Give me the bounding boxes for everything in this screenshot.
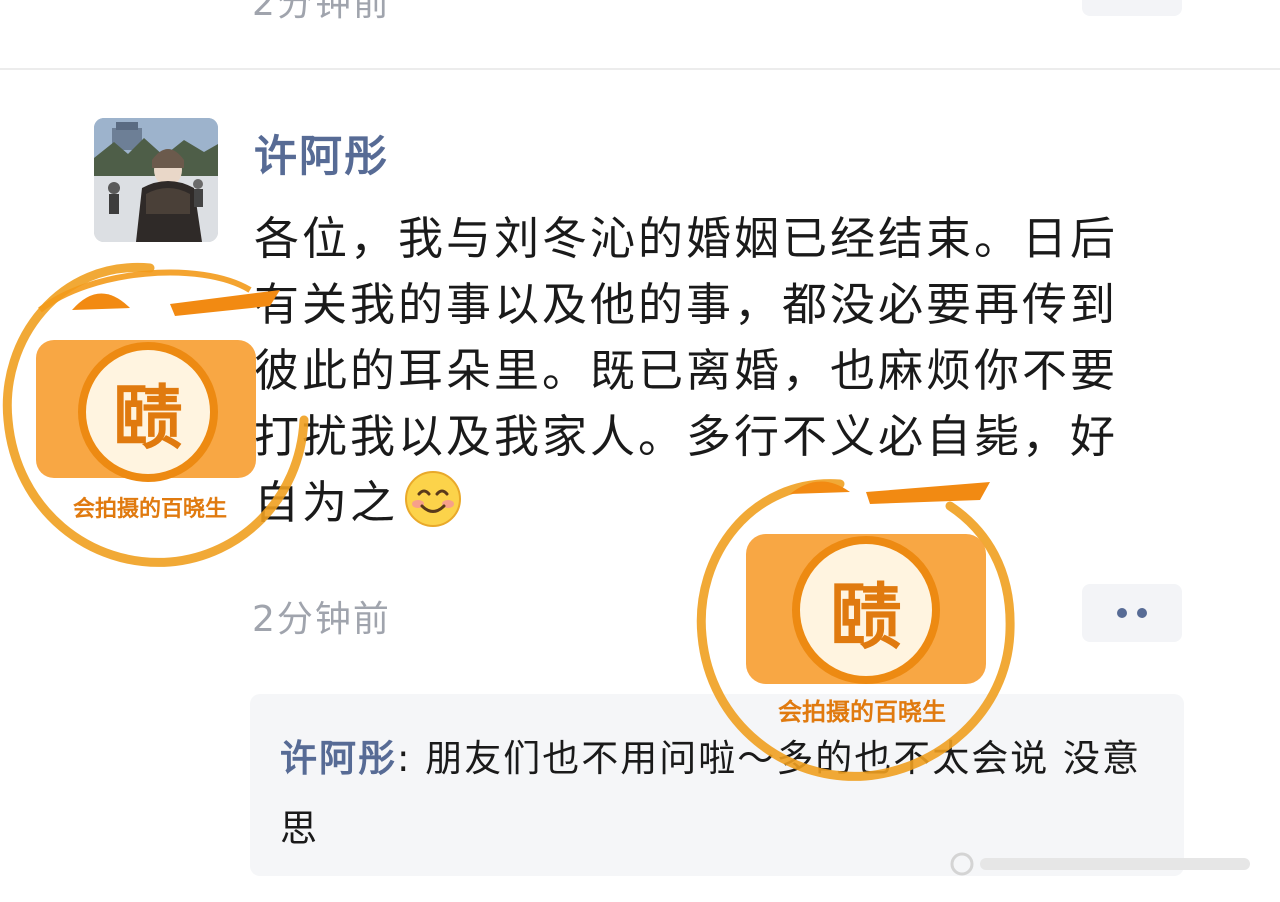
comment-section: 许阿彤: 朋友们也不用问啦～多的也不太会说 没意思 — [250, 694, 1184, 876]
comment-item[interactable]: 许阿彤: 朋友们也不用问啦～多的也不太会说 没意思 — [280, 724, 1160, 864]
post-timestamp: 2分钟前 — [252, 599, 391, 640]
moments-feed: 2分钟前 许阿彤 各位，我与刘冬沁的婚姻已经结束。日后有关我的事以及他的事，都没… — [0, 0, 1280, 902]
svg-text:赜: 赜 — [830, 574, 902, 659]
svg-text:赜: 赜 — [113, 376, 183, 459]
post-author-name[interactable]: 许阿彤 — [254, 122, 389, 184]
previous-post-timestamp: 2分钟前 — [252, 0, 391, 24]
comment-author[interactable]: 许阿彤 — [280, 737, 397, 780]
avatar-photo-icon — [94, 118, 218, 242]
post-body-text: 各位，我与刘冬沁的婚姻已经结束。日后有关我的事以及他的事，都没必要再传到彼此的耳… — [254, 212, 1119, 529]
avatar[interactable] — [94, 118, 218, 242]
previous-post-more-button[interactable] — [1082, 0, 1182, 16]
more-dot-icon — [1117, 608, 1127, 618]
post-body: 各位，我与刘冬沁的婚姻已经结束。日后有关我的事以及他的事，都没必要再传到彼此的耳… — [254, 206, 1164, 536]
post-divider — [0, 68, 1280, 70]
more-dot-icon — [1137, 608, 1147, 618]
svg-text:会拍摄的百晓生: 会拍摄的百晓生 — [73, 496, 227, 522]
smiling-face-emoji-icon — [404, 470, 462, 528]
comment-separator: : — [397, 737, 426, 780]
post-more-button[interactable] — [1082, 584, 1182, 642]
